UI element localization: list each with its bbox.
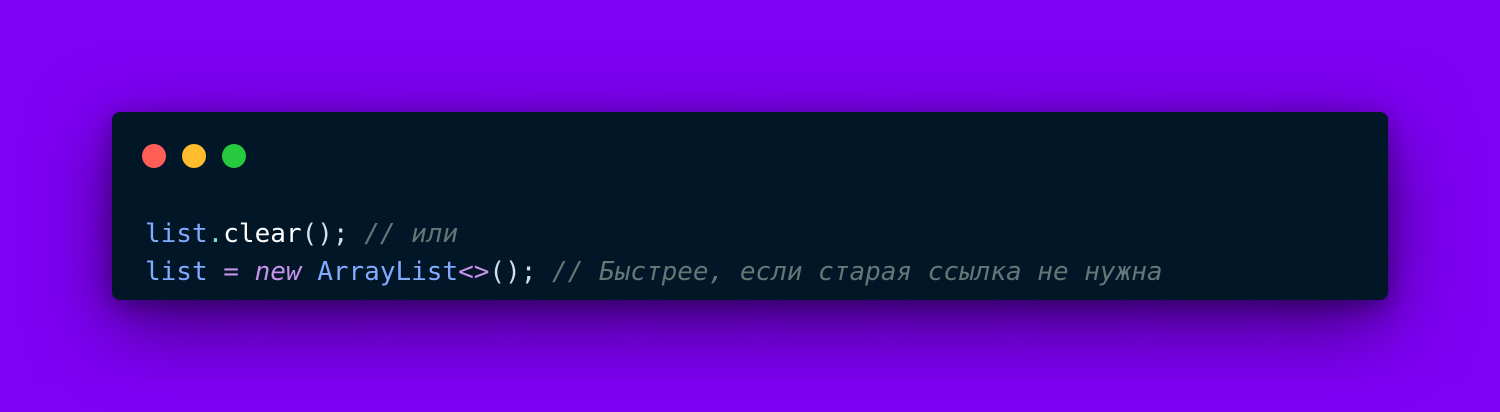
parens-token: () (489, 257, 521, 287)
minimize-dot-icon[interactable] (182, 144, 206, 168)
code-block: list.clear(); // или list = new ArrayList… (145, 215, 1163, 291)
close-dot-icon[interactable] (142, 144, 166, 168)
code-line-1: list.clear(); // или (145, 215, 1163, 253)
variable-token: list (145, 219, 208, 249)
dot-token: . (207, 219, 224, 249)
window-controls (142, 144, 246, 168)
parens-token: () (301, 219, 333, 249)
semicolon-token: ; (520, 257, 537, 287)
semicolon-token: ; (332, 219, 349, 249)
code-window: list.clear(); // или list = new ArrayList… (112, 112, 1388, 300)
method-token: clear (223, 219, 302, 249)
variable-token: list (145, 257, 208, 287)
comment-token: // Быстрее, если старая ссылка не нужна (552, 257, 1163, 287)
maximize-dot-icon[interactable] (222, 144, 246, 168)
assign-operator-token: = (223, 257, 239, 287)
class-token: ArrayList (317, 257, 459, 287)
comment-token: // или (364, 219, 459, 249)
generics-token: <> (458, 257, 490, 287)
code-line-2: list = new ArrayList<>(); // Быстрее, ес… (145, 253, 1163, 291)
keyword-token: new (254, 257, 302, 287)
